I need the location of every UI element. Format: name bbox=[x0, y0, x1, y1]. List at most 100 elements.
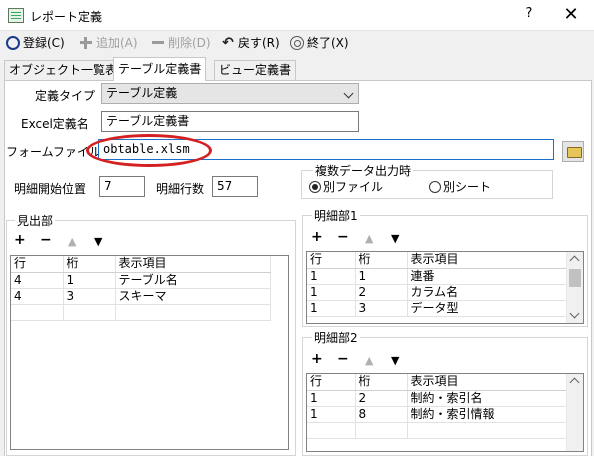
detail1-move-down-button[interactable]: ▼ bbox=[391, 232, 399, 246]
table-row[interactable] bbox=[307, 422, 567, 439]
detail2-scrollbar[interactable] bbox=[566, 374, 583, 451]
scroll-up-icon[interactable] bbox=[569, 255, 580, 266]
column-header: 桁 bbox=[355, 252, 408, 269]
table-cell[interactable]: 2 bbox=[355, 390, 408, 407]
table-row[interactable]: 1 2 カラム名 bbox=[307, 284, 567, 301]
table-cell[interactable]: 3 bbox=[355, 300, 408, 317]
table-cell[interactable]: 制約・索引情報 bbox=[407, 406, 567, 423]
column-header: 表示項目 bbox=[407, 374, 567, 391]
table-cell[interactable]: データ型 bbox=[407, 300, 567, 317]
type-select[interactable]: テーブル定義 bbox=[101, 83, 359, 104]
undo-icon: ↶ bbox=[222, 34, 234, 51]
close-button[interactable]: ✕ bbox=[560, 4, 582, 26]
table-cell[interactable]: 1 bbox=[307, 390, 356, 407]
radio-separate-sheet[interactable]: 別シート bbox=[429, 178, 491, 195]
radio-separate-file[interactable]: 別ファイル bbox=[309, 178, 383, 195]
help-button[interactable]: ? bbox=[519, 6, 539, 26]
register-label: 登録(C) bbox=[23, 36, 65, 50]
table-cell[interactable]: 1 bbox=[355, 268, 408, 285]
detail2-move-down-button[interactable]: ▼ bbox=[391, 354, 399, 368]
detail2-move-up-button[interactable]: ▲ bbox=[365, 354, 373, 368]
exit-icon bbox=[290, 35, 304, 50]
table-header-row: 行 桁 表示項目 bbox=[307, 374, 567, 391]
scroll-thumb[interactable] bbox=[569, 269, 581, 287]
table-cell[interactable]: 制約・索引名 bbox=[407, 390, 567, 407]
table-cell[interactable]: 1 bbox=[307, 284, 356, 301]
excel-name-input[interactable]: テーブル定義書 bbox=[101, 111, 359, 132]
table-header-row: 行 桁 表示項目 bbox=[307, 252, 567, 269]
table-cell[interactable]: 3 bbox=[63, 288, 116, 305]
app-icon bbox=[8, 8, 24, 23]
detail1-grid[interactable]: 行 桁 表示項目 1 1 連番 1 2 カラム名 1 3 データ型 bbox=[306, 251, 584, 324]
browse-folder-button[interactable] bbox=[562, 141, 584, 162]
chevron-down-icon bbox=[343, 88, 354, 99]
headings-remove-button[interactable]: − bbox=[40, 233, 52, 247]
column-header: 表示項目 bbox=[115, 256, 271, 273]
type-select-value: テーブル定義 bbox=[106, 86, 178, 100]
table-cell[interactable]: カラム名 bbox=[407, 284, 567, 301]
delete-button[interactable]: 削除(D) bbox=[151, 32, 211, 54]
headings-add-button[interactable]: + bbox=[14, 233, 26, 247]
headings-move-down-button[interactable]: ▼ bbox=[94, 235, 102, 249]
detail1-table: 行 桁 表示項目 1 1 連番 1 2 カラム名 1 3 データ型 bbox=[307, 252, 567, 317]
table-cell[interactable]: 連番 bbox=[407, 268, 567, 285]
row-count-input[interactable]: 57 bbox=[212, 176, 258, 197]
add-button[interactable]: 追加(A) bbox=[79, 32, 138, 54]
table-row[interactable]: 1 3 データ型 bbox=[307, 300, 567, 317]
headings-title: 見出部 bbox=[15, 212, 56, 229]
table-header-row: 行 桁 表示項目 bbox=[11, 256, 271, 273]
headings-grid[interactable]: 行 桁 表示項目 4 1 テーブル名 4 3 スキーマ bbox=[10, 255, 289, 450]
table-row[interactable] bbox=[11, 304, 271, 321]
tab-object-list[interactable]: オブジェクト一覧表 bbox=[4, 60, 123, 80]
table-row[interactable]: 1 1 連番 bbox=[307, 268, 567, 285]
excel-label: Excel定義名 bbox=[21, 117, 89, 131]
headings-move-up-button[interactable]: ▲ bbox=[68, 235, 76, 249]
detail2-add-button[interactable]: + bbox=[311, 352, 323, 366]
type-label: 定義タイプ bbox=[35, 89, 96, 103]
detail1-move-up-button[interactable]: ▲ bbox=[365, 232, 373, 246]
exit-button[interactable]: 終了(X) bbox=[290, 32, 349, 54]
table-cell[interactable]: 1 bbox=[63, 272, 116, 289]
tab-table-definition[interactable]: テーブル定義書 bbox=[113, 57, 207, 81]
column-header: 桁 bbox=[355, 374, 408, 391]
table-cell[interactable]: 4 bbox=[11, 288, 64, 305]
radio-unchecked-icon bbox=[429, 180, 441, 193]
radio-sheet-label: 別シート bbox=[443, 180, 492, 194]
tab-view-definition[interactable]: ビュー定義書 bbox=[214, 60, 297, 80]
window-title: レポート定義 bbox=[30, 10, 103, 24]
plus-icon bbox=[79, 36, 93, 50]
table-row[interactable]: 1 2 制約・索引名 bbox=[307, 390, 567, 407]
table-cell[interactable]: 4 bbox=[11, 272, 64, 289]
back-label: 戻す(R) bbox=[238, 36, 280, 50]
table-cell[interactable]: 2 bbox=[355, 284, 408, 301]
back-button[interactable]: ↶ 戻す(R) bbox=[221, 32, 280, 54]
table-cell[interactable]: 1 bbox=[307, 406, 356, 423]
detail2-remove-button[interactable]: − bbox=[337, 352, 349, 366]
multi-output-title: 複数データ出力時 bbox=[313, 162, 414, 179]
table-cell[interactable]: 8 bbox=[355, 406, 408, 423]
detail1-add-button[interactable]: + bbox=[311, 230, 323, 244]
start-position-label: 明細開始位置 bbox=[14, 182, 87, 196]
detail1-scrollbar[interactable] bbox=[566, 252, 583, 323]
table-row[interactable]: 4 3 スキーマ bbox=[11, 288, 271, 305]
radio-checked-icon bbox=[309, 180, 321, 193]
table-row[interactable]: 1 8 制約・索引情報 bbox=[307, 406, 567, 423]
row-count-label: 明細行数 bbox=[156, 182, 205, 196]
start-position-input[interactable]: 7 bbox=[99, 176, 145, 197]
add-label: 追加(A) bbox=[96, 36, 138, 50]
register-button[interactable]: 登録(C) bbox=[6, 32, 65, 54]
detail2-grid[interactable]: 行 桁 表示項目 1 2 制約・索引名 1 8 制約・索引情報 bbox=[306, 373, 584, 452]
register-icon bbox=[6, 35, 20, 50]
scroll-down-icon[interactable] bbox=[569, 308, 580, 319]
detail1-remove-button[interactable]: − bbox=[337, 230, 349, 244]
table-cell[interactable]: 1 bbox=[307, 300, 356, 317]
table-cell[interactable]: 1 bbox=[307, 268, 356, 285]
table-row[interactable]: 4 1 テーブル名 bbox=[11, 272, 271, 289]
table-cell[interactable]: スキーマ bbox=[115, 288, 271, 305]
column-header: 桁 bbox=[63, 256, 116, 273]
column-header: 行 bbox=[307, 374, 356, 391]
scroll-up-icon[interactable] bbox=[569, 377, 580, 388]
column-header: 表示項目 bbox=[407, 252, 567, 269]
table-cell[interactable]: テーブル名 bbox=[115, 272, 271, 289]
detail2-table: 行 桁 表示項目 1 2 制約・索引名 1 8 制約・索引情報 bbox=[307, 374, 567, 439]
